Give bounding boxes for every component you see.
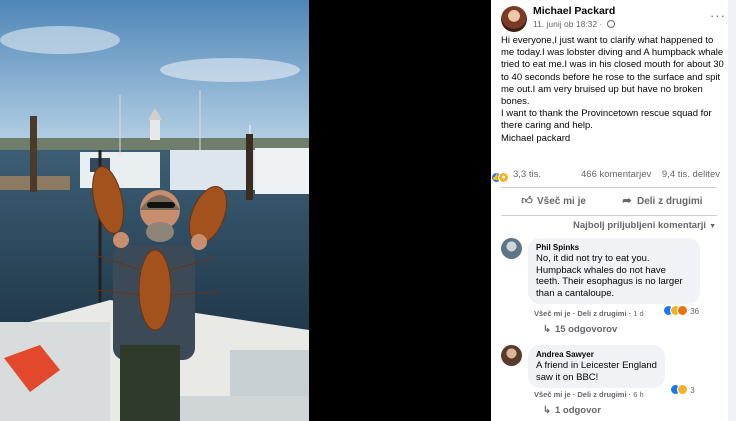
reaction-icons[interactable]: 👍● xyxy=(491,169,509,183)
angry-reaction-icon xyxy=(677,305,688,316)
comment-bubble: Andrea Sawyer A friend in Leicester Engl… xyxy=(528,345,665,388)
comment-time[interactable]: 1 d xyxy=(633,309,643,318)
like-button[interactable]: 👍︎ Všeč mi je xyxy=(521,194,586,207)
comment-bubble: Phil Spinks No, it did not try to eat yo… xyxy=(528,238,700,304)
comment-reaction-count: 36 xyxy=(690,307,700,316)
comment-sort-dropdown[interactable]: Najbolj priljubljeni komentarji ▼ xyxy=(573,220,716,231)
post-text-paragraph: Michael packard xyxy=(501,132,571,144)
comment-actions: Všeč mi je · Deli z drugimi · 6 h xyxy=(534,390,644,399)
meta-separator: · xyxy=(599,19,603,29)
comment-item: Phil Spinks No, it did not try to eat yo… xyxy=(501,238,727,338)
reply-arrow-icon: ↳ xyxy=(543,405,551,416)
share-button[interactable]: ➦ Deli z drugimi xyxy=(621,194,703,207)
post-actions: 👍︎ Všeč mi je ➦ Deli z drugimi xyxy=(501,192,717,212)
view-replies-link[interactable]: ↳ 15 odgovorov xyxy=(543,324,617,335)
scrollbar[interactable] xyxy=(728,0,736,421)
thumbs-up-icon: 👍︎ xyxy=(521,195,533,207)
comment-like-link[interactable]: Všeč mi je xyxy=(534,390,571,399)
share-button-label: Deli z drugimi xyxy=(637,196,703,207)
like-button-label: Všeč mi je xyxy=(537,196,586,207)
post-header: Michael Packard 11. junij ob 18:32 · ··· xyxy=(501,4,726,32)
wow-reaction-icon: ● xyxy=(498,172,509,183)
author-avatar[interactable] xyxy=(501,6,527,32)
photo-background xyxy=(309,0,491,421)
post-meta: 11. junij ob 18:32 · xyxy=(533,19,615,29)
reply-arrow-icon: ↳ xyxy=(543,324,551,335)
lobster-photo-image xyxy=(0,0,309,421)
comment-reaction-count: 3 xyxy=(690,386,695,395)
globe-icon xyxy=(606,20,615,28)
comment-item: Andrea Sawyer A friend in Leicester Engl… xyxy=(501,345,727,421)
post-date[interactable]: 11. junij ob 18:32 xyxy=(533,19,597,29)
divider xyxy=(501,187,717,188)
commenter-name[interactable]: Phil Spinks xyxy=(536,242,692,253)
comment-share-link[interactable]: Deli z drugimi xyxy=(577,309,626,318)
post-panel: Michael Packard 11. junij ob 18:32 · ···… xyxy=(491,0,736,421)
reactions-count[interactable]: 3,3 tis. xyxy=(513,169,541,180)
comment-reactions[interactable]: 3 xyxy=(668,384,697,395)
wow-reaction-icon xyxy=(677,384,688,395)
comment-text: No, it did not try to eat you. Humpback … xyxy=(536,253,683,299)
commenter-avatar[interactable] xyxy=(501,345,522,366)
comments-count[interactable]: 466 komentarjev xyxy=(581,169,651,180)
divider xyxy=(501,215,717,216)
post-text-paragraph: I want to thank the Provincetown rescue … xyxy=(501,108,712,132)
commenter-avatar[interactable] xyxy=(501,238,522,259)
share-arrow-icon: ➦ xyxy=(622,195,632,207)
post-text: Hi everyone,I just want to clarify what … xyxy=(501,35,727,145)
comment-time[interactable]: 6 h xyxy=(633,390,643,399)
view-replies-link[interactable]: ↳ 1 odgovor xyxy=(543,405,601,416)
post-photo[interactable] xyxy=(0,0,309,421)
comment-text: A friend in Leicester England saw it on … xyxy=(536,360,657,383)
post-stats: 👍● 3,3 tis. 466 komentarjev 9,4 tis. del… xyxy=(491,168,728,183)
more-options-button[interactable]: ··· xyxy=(710,8,726,23)
author-name[interactable]: Michael Packard xyxy=(533,5,615,17)
comment-like-link[interactable]: Všeč mi je xyxy=(534,309,571,318)
shares-count[interactable]: 9,4 tis. delitev xyxy=(662,169,720,180)
chevron-down-icon: ▼ xyxy=(709,223,716,230)
post-text-paragraph: Hi everyone,I just want to clarify what … xyxy=(501,35,724,108)
replies-count: 15 odgovorov xyxy=(554,324,618,335)
commenter-name[interactable]: Andrea Sawyer xyxy=(536,349,657,360)
comment-actions: Všeč mi je · Deli z drugimi · 1 d xyxy=(534,309,644,318)
comment-reactions[interactable]: 36 xyxy=(661,305,702,316)
replies-count: 1 odgovor xyxy=(554,405,601,416)
comment-share-link[interactable]: Deli z drugimi xyxy=(577,390,626,399)
sort-label: Najbolj priljubljeni komentarji xyxy=(573,220,707,231)
